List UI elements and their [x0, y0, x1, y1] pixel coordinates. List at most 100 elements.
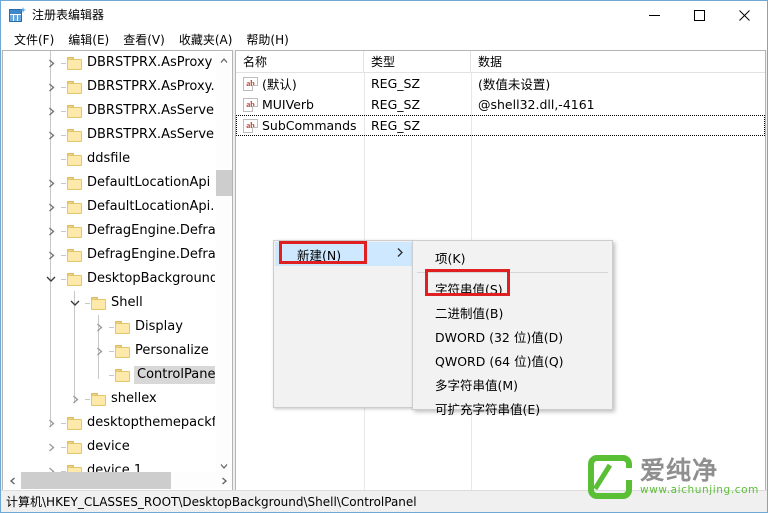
folder-icon	[67, 224, 82, 238]
submenu-item-multi-string-value[interactable]: 多字符串值(M)	[413, 372, 612, 396]
registry-tree[interactable]: DBRSTPRX.AsProxy DBRSTPRX.AsProxy.1 DBRS…	[3, 51, 217, 474]
folder-icon	[67, 152, 82, 166]
status-bar: 计算机\HKEY_CLASSES_ROOT\DesktopBackground\…	[1, 490, 767, 512]
context-menu: 新建(N)	[273, 240, 413, 408]
column-header-name[interactable]: 名称	[236, 51, 364, 73]
context-menu-item-new[interactable]: 新建(N)	[275, 242, 413, 266]
chevron-down-icon[interactable]	[67, 291, 83, 315]
tree-no-expander	[91, 363, 107, 387]
menu-bar: 文件(F) 编辑(E) 查看(V) 收藏夹(A) 帮助(H)	[1, 29, 767, 50]
chevron-right-icon[interactable]	[91, 315, 107, 339]
tree-item-label: DBRSTPRX.AsServer.1	[87, 127, 217, 142]
chevron-right-icon[interactable]	[91, 339, 107, 363]
tree-item-device[interactable]: device	[3, 435, 217, 459]
chevron-right-icon[interactable]	[43, 75, 59, 99]
submenu-item-qword-value[interactable]: QWORD (64 位)值(Q)	[413, 348, 612, 372]
tree-item-label: Shell	[111, 295, 143, 310]
column-header-type[interactable]: 类型	[364, 51, 471, 73]
value-type: REG_SZ	[371, 118, 421, 133]
minimize-icon[interactable]	[632, 1, 677, 29]
submenu-item-dword-value[interactable]: DWORD (32 位)值(D)	[413, 324, 612, 348]
tree-item-dbrstprx-asproxy-1[interactable]: DBRSTPRX.AsProxy.1	[3, 75, 217, 99]
tree-item-shell[interactable]: Shell	[3, 291, 217, 315]
chevron-right-icon[interactable]	[67, 387, 83, 411]
scroll-left-icon[interactable]	[4, 472, 21, 489]
chevron-down-icon[interactable]	[43, 267, 59, 291]
submenu-item-expandable-string-value[interactable]: 可扩充字符串值(E)	[413, 396, 612, 420]
tree-item-label: ControlPanel	[134, 366, 217, 384]
value-data: (数值未设置)	[478, 77, 551, 92]
value-row-subcommands[interactable]: ab SubCommands REG_SZ	[236, 115, 765, 136]
tree-vertical-scrollbar[interactable]	[215, 52, 232, 474]
submenu-item-string-value[interactable]: 字符串值(S)	[413, 276, 612, 300]
menu-help[interactable]: 帮助(H)	[239, 29, 295, 50]
folder-icon	[67, 128, 82, 142]
value-name: (默认)	[262, 77, 297, 92]
tree-hscroll-thumb[interactable]	[21, 472, 171, 489]
folder-icon	[67, 200, 82, 214]
tree-item-shellex[interactable]: shellex	[3, 387, 217, 411]
close-icon[interactable]	[722, 1, 767, 29]
registry-editor-window: 注册表编辑器 文件(F) 编辑(E) 查看(V) 收藏夹(A) 帮助(H) DB…	[0, 0, 768, 513]
chevron-right-icon[interactable]	[43, 195, 59, 219]
folder-icon	[67, 416, 82, 430]
tree-connector	[107, 363, 115, 387]
chevron-right-icon[interactable]	[43, 243, 59, 267]
tree-item-display[interactable]: Display	[3, 315, 217, 339]
tree-horizontal-scrollbar[interactable]	[4, 472, 232, 489]
value-row-muiverb[interactable]: ab MUIVerb REG_SZ @shell32.dll,-4161	[236, 94, 765, 115]
maximize-icon[interactable]	[677, 1, 722, 29]
tree-item-personalize[interactable]: Personalize	[3, 339, 217, 363]
menu-file[interactable]: 文件(F)	[7, 29, 61, 50]
tree-item-defragengine-2[interactable]: DefragEngine.DefragEn	[3, 243, 217, 267]
tree-item-label: Personalize	[135, 343, 209, 358]
folder-icon	[115, 368, 130, 382]
scroll-right-icon[interactable]	[215, 472, 232, 489]
tree-item-defaultlocationapi-1[interactable]: DefaultLocationApi.1	[3, 195, 217, 219]
string-value-icon: ab	[243, 97, 258, 112]
tree-item-dbrstprx-asserver[interactable]: DBRSTPRX.AsServer	[3, 99, 217, 123]
tree-connector	[59, 411, 67, 435]
value-type: REG_SZ	[371, 76, 421, 91]
submenu-item-key[interactable]: 项(K)	[413, 245, 612, 269]
tree-connector	[59, 75, 67, 99]
chevron-right-icon[interactable]	[43, 123, 59, 147]
chevron-right-icon[interactable]	[43, 99, 59, 123]
tree-connector	[59, 435, 67, 459]
tree-item-dbrstprx-asproxy[interactable]: DBRSTPRX.AsProxy	[3, 51, 217, 75]
submenu-item-binary-value[interactable]: 二进制值(B)	[413, 300, 612, 324]
chevron-right-icon[interactable]	[43, 219, 59, 243]
tree-connector	[59, 243, 67, 267]
value-data: @shell32.dll,-4161	[478, 97, 595, 112]
value-type: REG_SZ	[371, 97, 421, 112]
tree-scroll-thumb[interactable]	[216, 170, 232, 196]
tree-item-label: shellex	[111, 391, 157, 406]
tree-item-label: DBRSTPRX.AsProxy	[87, 55, 213, 70]
chevron-right-icon[interactable]	[43, 435, 59, 459]
value-row-default[interactable]: ab (默认) REG_SZ (数值未设置)	[236, 73, 765, 94]
tree-item-defaultlocationapi[interactable]: DefaultLocationApi	[3, 171, 217, 195]
menu-favorites[interactable]: 收藏夹(A)	[172, 29, 240, 50]
tree-item-desktopbackground[interactable]: DesktopBackground	[3, 267, 217, 291]
scroll-up-icon[interactable]	[216, 52, 232, 69]
tree-item-dbrstprx-asserver-1[interactable]: DBRSTPRX.AsServer.1	[3, 123, 217, 147]
chevron-right-icon[interactable]	[43, 411, 59, 435]
chevron-right-icon[interactable]	[43, 171, 59, 195]
tree-item-controlpanel[interactable]: ControlPanel	[3, 363, 217, 387]
tree-item-label: DefragEngine.DefragEn	[87, 223, 217, 238]
value-name: MUIVerb	[262, 97, 314, 112]
menu-view[interactable]: 查看(V)	[116, 29, 172, 50]
title-bar: 注册表编辑器	[1, 1, 767, 29]
tree-item-label: DefragEngine.DefragEn	[87, 247, 217, 262]
tree-item-desktopthemepackfile[interactable]: desktopthemepackfile	[3, 411, 217, 435]
value-name-cell: ab MUIVerb	[236, 97, 364, 112]
folder-icon	[67, 80, 82, 94]
main-split: DBRSTPRX.AsProxy DBRSTPRX.AsProxy.1 DBRS…	[1, 50, 767, 491]
menu-edit[interactable]: 编辑(E)	[61, 29, 116, 50]
tree-item-defragengine[interactable]: DefragEngine.DefragEn	[3, 219, 217, 243]
folder-icon	[115, 320, 130, 334]
column-header-data[interactable]: 数据	[471, 51, 763, 73]
folder-icon	[91, 296, 106, 310]
chevron-right-icon[interactable]	[43, 51, 59, 75]
tree-item-ddsfile[interactable]: ddsfile	[3, 147, 217, 171]
